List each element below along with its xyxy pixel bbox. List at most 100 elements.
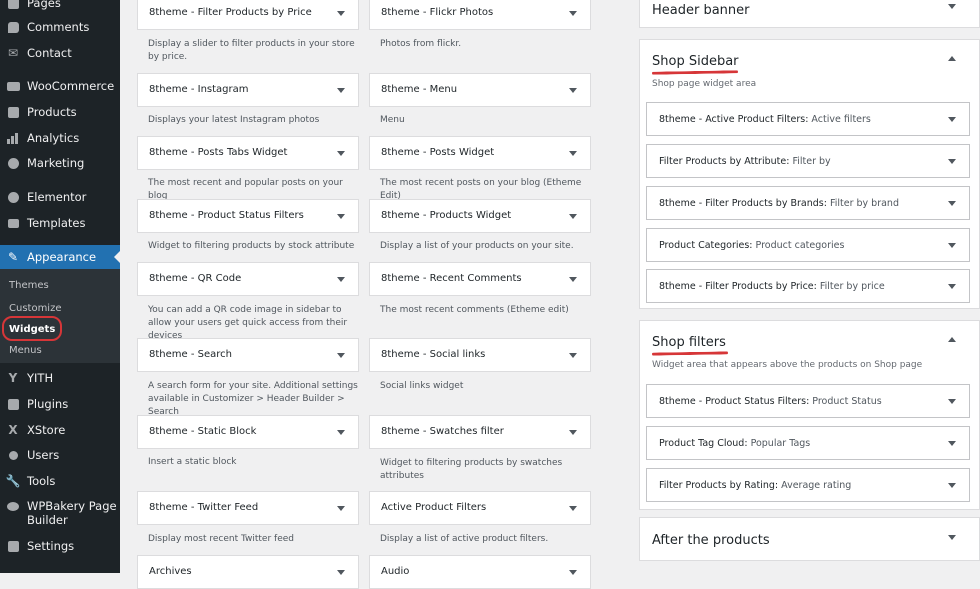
widget-flickr-photos[interactable]: 8theme - Flickr Photos (369, 0, 591, 30)
chevron-down-icon[interactable] (948, 243, 956, 248)
submenu-item-themes[interactable]: Themes (9, 280, 49, 291)
widget-static-block[interactable]: 8theme - Static Block (137, 415, 359, 449)
menu-item-label: Elementor (27, 190, 87, 204)
current-menu-arrow (114, 251, 120, 263)
widget-product-status-filters[interactable]: 8theme - Product Status Filters (137, 199, 359, 233)
submenu-item-menus[interactable]: Menus (9, 345, 42, 356)
sidebar-after-products[interactable]: After the products (639, 517, 980, 561)
widget-instagram[interactable]: 8theme - Instagram (137, 73, 359, 107)
menu-item-label: Analytics (27, 131, 80, 145)
widget-description: Insert a static block (148, 457, 237, 467)
widget-archives[interactable]: Archives (137, 555, 359, 589)
widget-description: Menu (380, 115, 405, 125)
mail-icon: ✉ (7, 46, 19, 60)
menu-item-label: YITH (27, 371, 54, 385)
chevron-down-icon[interactable] (948, 399, 956, 404)
widget-filter-products-by-price[interactable]: 8theme - Filter Products by Price (137, 0, 359, 30)
chevron-down-icon[interactable] (948, 4, 956, 9)
chevron-down-icon[interactable] (569, 277, 577, 282)
widget-title: Product Categories: Product categories (659, 240, 845, 251)
sidebar-widget[interactable]: 8theme - Active Product Filters: Active … (646, 102, 970, 136)
users-icon (6, 448, 20, 462)
chevron-down-icon[interactable] (948, 117, 956, 122)
sidebar-widget[interactable]: Product Categories: Product categories (646, 228, 970, 262)
chevron-down-icon[interactable] (948, 483, 956, 488)
chevron-down-icon[interactable] (337, 506, 345, 511)
chevron-down-icon[interactable] (569, 506, 577, 511)
chevron-down-icon[interactable] (569, 151, 577, 156)
wrench-icon: 🔧 (5, 474, 21, 488)
menu-item-label: Marketing (27, 156, 85, 170)
chevron-down-icon[interactable] (337, 430, 345, 435)
chevron-down-icon[interactable] (948, 201, 956, 206)
widget-description: Display a list of active product filters… (380, 534, 549, 544)
sidebar-widget[interactable]: 8theme - Filter Products by Brands: Filt… (646, 186, 970, 220)
widget-title: 8theme - Swatches filter (381, 426, 504, 437)
sidebar-widget[interactable]: 8theme - Filter Products by Price: Filte… (646, 269, 970, 303)
widget-title: 8theme - Posts Widget (381, 147, 495, 158)
widget-title: Audio (381, 566, 410, 577)
sidebar-title[interactable]: Shop filters (652, 335, 726, 350)
menu-item-label: Tools (27, 474, 56, 488)
widget-audio[interactable]: Audio (369, 555, 591, 589)
chevron-down-icon[interactable] (337, 11, 345, 16)
widget-title: 8theme - Posts Tabs Widget (149, 147, 288, 158)
menu-item-appearance[interactable]: ✎ Appearance (0, 245, 120, 269)
widget-title: 8theme - Social links (381, 349, 486, 360)
widget-menu[interactable]: 8theme - Menu (369, 73, 591, 107)
widget-posts[interactable]: 8theme - Posts Widget (369, 136, 591, 170)
widget-description: Display a list of your products on your … (380, 241, 574, 251)
admin-sidebar: Pages Comments ✉ Contact WooCommerce Pro… (0, 0, 120, 573)
menu-item-label: Appearance (27, 250, 97, 264)
widget-qr-code[interactable]: 8theme - QR Code (137, 262, 359, 296)
chevron-down-icon[interactable] (337, 214, 345, 219)
chevron-down-icon[interactable] (948, 441, 956, 446)
chevron-down-icon[interactable] (569, 430, 577, 435)
sidebar-widget[interactable]: Product Tag Cloud: Popular Tags (646, 426, 970, 460)
sidebar-widget[interactable]: Filter Products by Rating: Average ratin… (646, 468, 970, 502)
sidebar-title[interactable]: Shop Sidebar (652, 54, 739, 69)
chevron-down-icon[interactable] (337, 151, 345, 156)
widget-products[interactable]: 8theme - Products Widget (369, 199, 591, 233)
chevron-down-icon[interactable] (569, 88, 577, 93)
widget-active-product-filters[interactable]: Active Product Filters (369, 491, 591, 525)
menu-item-label: Contact (27, 46, 72, 60)
chevron-down-icon[interactable] (569, 353, 577, 358)
widget-posts-tabs[interactable]: 8theme - Posts Tabs Widget (137, 136, 359, 170)
sidebar-widget[interactable]: Filter Products by Attribute: Filter by (646, 144, 970, 178)
sidebar-header-banner[interactable]: Header banner (639, 0, 980, 28)
menu-item-label: XStore (27, 423, 66, 437)
widget-search[interactable]: 8theme - Search (137, 338, 359, 372)
widget-title: Archives (149, 566, 192, 577)
chevron-down-icon[interactable] (569, 11, 577, 16)
chevron-down-icon[interactable] (337, 353, 345, 358)
chevron-down-icon[interactable] (337, 277, 345, 282)
chevron-up-icon[interactable] (948, 56, 956, 61)
chevron-down-icon[interactable] (948, 535, 956, 540)
widget-title: Active Product Filters (381, 502, 487, 513)
widget-title: 8theme - Active Product Filters: Active … (659, 114, 871, 125)
widget-title: 8theme - Twitter Feed (149, 502, 259, 513)
widget-description: Display a slider to filter products in y… (148, 39, 355, 62)
widget-twitter-feed[interactable]: 8theme - Twitter Feed (137, 491, 359, 525)
widget-description: Display most recent Twitter feed (148, 534, 294, 544)
widget-swatches-filter[interactable]: 8theme - Swatches filter (369, 415, 591, 449)
chevron-down-icon[interactable] (948, 159, 956, 164)
widget-title: Product Tag Cloud: Popular Tags (659, 438, 811, 449)
chevron-down-icon[interactable] (569, 214, 577, 219)
widget-title: 8theme - Products Widget (381, 210, 512, 221)
submenu-item-customize[interactable]: Customize (9, 303, 62, 314)
widget-recent-comments[interactable]: 8theme - Recent Comments (369, 262, 591, 296)
chevron-up-icon[interactable] (948, 337, 956, 342)
widget-social-links[interactable]: 8theme - Social links (369, 338, 591, 372)
chevron-down-icon[interactable] (337, 88, 345, 93)
menu-item-label: WooCommerce (27, 79, 115, 93)
analytics-icon (6, 131, 20, 145)
widget-description: Photos from flickr. (380, 39, 462, 49)
widget-title: 8theme - Static Block (149, 426, 257, 437)
menu-item-label: WPBakery Page Builder (27, 499, 117, 527)
sidebar-description: Shop page widget area (652, 79, 757, 89)
chevron-down-icon[interactable] (948, 284, 956, 289)
widget-title: 8theme - Product Status Filters (149, 210, 304, 221)
sidebar-widget[interactable]: 8theme - Product Status Filters: Product… (646, 384, 970, 418)
